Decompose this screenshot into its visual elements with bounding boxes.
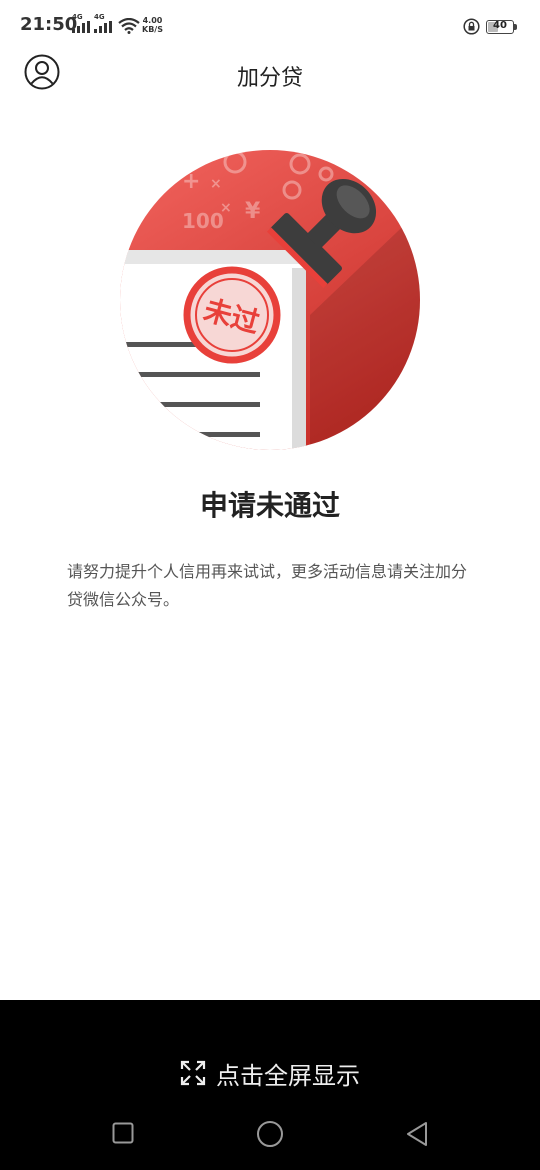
result-description: 请努力提升个人信用再来试试，更多活动信息请关注加分贷微信公众号。	[67, 562, 468, 609]
rejected-stamp-illustration: 100 ¥ + × × 未过	[120, 150, 420, 450]
page-title: 加分贷	[236, 66, 303, 91]
back-icon[interactable]	[404, 1120, 430, 1148]
network-speed: 4.00 KB/S	[142, 16, 163, 34]
recent-apps-icon[interactable]	[112, 1122, 134, 1144]
number-decoration: 100	[182, 209, 224, 233]
signal-label: 4G	[94, 13, 105, 21]
header: 加分贷	[0, 48, 540, 100]
status-time: 21:50	[20, 14, 78, 35]
expand-icon	[180, 1060, 206, 1086]
fullscreen-label: 点击全屏显示	[216, 1062, 360, 1090]
svg-text:×: ×	[210, 176, 222, 192]
wifi-icon	[118, 18, 140, 34]
rotation-lock-icon	[463, 18, 480, 35]
signal-label: 4G	[72, 13, 83, 21]
svg-text:+: +	[182, 169, 200, 194]
battery-icon: 40	[486, 20, 514, 34]
result-title: 申请未通过	[199, 489, 340, 522]
battery-level: 40	[493, 20, 507, 31]
home-icon[interactable]	[256, 1120, 284, 1148]
currency-decoration: ¥	[245, 199, 261, 224]
fullscreen-button[interactable]: 点击全屏显示	[0, 1056, 540, 1092]
svg-text:×: ×	[220, 200, 232, 216]
